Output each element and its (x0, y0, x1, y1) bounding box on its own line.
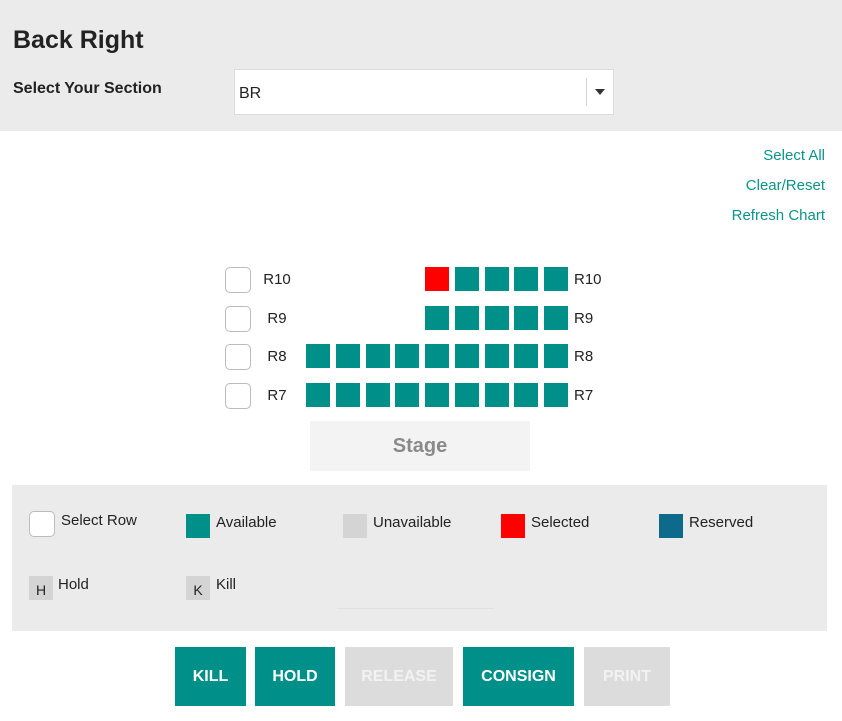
legend-divider (337, 608, 494, 609)
page-title: Back Right (13, 26, 144, 54)
legend-hold: Hold (58, 576, 89, 593)
selected-swatch (501, 514, 525, 538)
hold-code-box: H (29, 576, 53, 600)
seat-r10-1[interactable] (425, 267, 449, 291)
row-label-right: R10 (574, 271, 602, 288)
row-checkbox-r8[interactable] (225, 344, 251, 370)
print-button: PRINT (584, 647, 670, 706)
section-select-value: BR (239, 85, 262, 102)
kill-code-box: K (186, 576, 210, 600)
seat-r8-4[interactable] (395, 344, 419, 368)
seat-r10-4[interactable] (514, 267, 538, 291)
seat-r7-2[interactable] (336, 383, 360, 407)
select-divider (586, 78, 587, 106)
legend-available: Available (216, 514, 277, 531)
seat-r7-6[interactable] (455, 383, 479, 407)
seat-r8-8[interactable] (514, 344, 538, 368)
row-label-left: R10 (263, 271, 291, 288)
row-label-right: R8 (574, 348, 594, 365)
select-all-link[interactable]: Select All (732, 146, 825, 176)
seat-r10-2[interactable] (455, 267, 479, 291)
seat-r7-8[interactable] (514, 383, 538, 407)
seat-r8-2[interactable] (336, 344, 360, 368)
legend-select-row: Select Row (61, 512, 137, 529)
kill-button[interactable]: KILL (175, 647, 246, 706)
row-checkbox-r9[interactable] (225, 306, 251, 332)
seat-r8-6[interactable] (455, 344, 479, 368)
row-label-left: R9 (267, 310, 287, 327)
seat-r7-3[interactable] (366, 383, 390, 407)
consign-button[interactable]: CONSIGN (463, 647, 574, 706)
available-swatch (186, 514, 210, 538)
legend-reserved: Reserved (689, 514, 754, 531)
seat-r9-3[interactable] (485, 306, 509, 330)
legend: Select Row Available Unavailable Selecte… (12, 485, 827, 631)
seat-r7-1[interactable] (306, 383, 330, 407)
row-checkbox-r7[interactable] (225, 383, 251, 409)
row-checkbox-r10[interactable] (225, 267, 251, 293)
seat-r9-4[interactable] (514, 306, 538, 330)
seat-r8-7[interactable] (485, 344, 509, 368)
unavailable-swatch (343, 514, 367, 538)
refresh-chart-link[interactable]: Refresh Chart (732, 206, 825, 236)
seat-r7-5[interactable] (425, 383, 449, 407)
row-label-left: R7 (267, 387, 287, 404)
reserved-swatch (659, 514, 683, 538)
seat-r7-4[interactable] (395, 383, 419, 407)
seat-r9-1[interactable] (425, 306, 449, 330)
hold-button[interactable]: HOLD (255, 647, 335, 706)
legend-unavailable: Unavailable (373, 514, 452, 531)
seat-r8-3[interactable] (366, 344, 390, 368)
release-button: RELEASE (345, 647, 453, 706)
select-row-checkbox-icon (29, 511, 55, 537)
seat-r8-9[interactable] (544, 344, 568, 368)
section-select-label: Select Your Section (13, 80, 162, 97)
chart-actions: Select All Clear/Reset Refresh Chart (732, 146, 825, 236)
chevron-down-icon[interactable] (595, 89, 605, 95)
stage: Stage (310, 421, 530, 471)
seat-r9-2[interactable] (455, 306, 479, 330)
row-label-right: R9 (574, 310, 594, 327)
clear-reset-link[interactable]: Clear/Reset (732, 176, 825, 206)
seat-r10-5[interactable] (544, 267, 568, 291)
seat-r8-5[interactable] (425, 344, 449, 368)
legend-kill: Kill (216, 576, 237, 593)
section-header: Back Right Select Your Section BR (0, 0, 842, 131)
section-select[interactable]: BR (234, 69, 614, 115)
row-label-left: R8 (267, 348, 287, 365)
seat-r9-5[interactable] (544, 306, 568, 330)
seat-r10-3[interactable] (485, 267, 509, 291)
seat-r8-1[interactable] (306, 344, 330, 368)
seat-r7-7[interactable] (485, 383, 509, 407)
legend-selected: Selected (531, 514, 590, 531)
seat-r7-9[interactable] (544, 383, 568, 407)
row-label-right: R7 (574, 387, 594, 404)
